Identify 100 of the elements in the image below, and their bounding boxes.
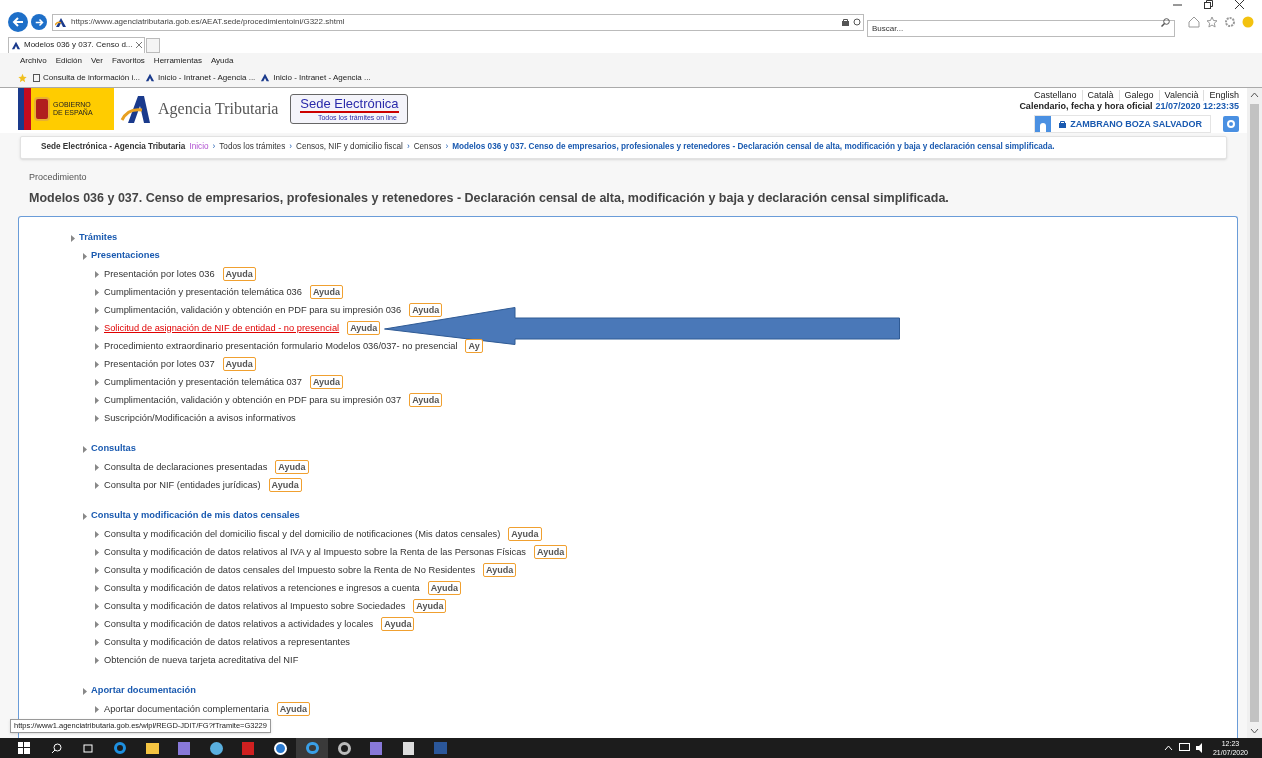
procedure-link[interactable]: Solicitud de asignación de NIF de entidad - no presencial bbox=[104, 322, 340, 334]
procedure-link[interactable]: Consulta y modificación de datos censales del Impuesto sobre la Renta de No Residentes bbox=[104, 564, 476, 576]
menu-item[interactable]: Favoritos bbox=[111, 54, 145, 67]
triangle-icon bbox=[95, 342, 99, 350]
procedure-link[interactable]: Cumplimentación y presentación telemática 036 bbox=[104, 286, 302, 298]
breadcrumb-link[interactable]: Modelos 036 y 037. Censo de empresarios, profesionales y retenedores - Declaración censal de alta, modificación y baja y declaración censal simplificada. bbox=[452, 141, 1055, 154]
procedure-link[interactable]: Obtención de nueva tarjeta acreditativa del NIF bbox=[104, 654, 299, 666]
scroll-up-icon[interactable] bbox=[1250, 92, 1259, 98]
triangle-icon bbox=[95, 620, 99, 628]
procedure-link[interactable]: Consulta y modificación de datos relativos al IVA y al Impuesto sobre la Renta de las Personas Físicas bbox=[104, 546, 526, 558]
procedure-link[interactable]: Suscripción/Modificación a avisos informativos bbox=[104, 412, 296, 424]
address-field[interactable]: https://www.agenciatributaria.gob.es/AEAT.sede/procedimientoini/G322.shtml bbox=[52, 13, 864, 31]
triangle-icon bbox=[95, 288, 99, 296]
help-link[interactable]: Ayuda bbox=[275, 460, 309, 475]
help-link[interactable]: Ayuda bbox=[222, 267, 256, 282]
language-link[interactable]: Català bbox=[1081, 90, 1119, 101]
power-icon[interactable] bbox=[1223, 116, 1239, 132]
internet-explorer-icon[interactable] bbox=[296, 738, 328, 758]
section-link[interactable]: Consulta y modificación de mis datos censales bbox=[91, 509, 300, 524]
procedure-link[interactable]: Consulta y modificación de datos relativos a representantes bbox=[104, 636, 350, 648]
help-link[interactable]: Ayuda bbox=[309, 375, 344, 390]
help-link[interactable]: Ayuda bbox=[508, 527, 542, 542]
close-icon[interactable] bbox=[1235, 0, 1244, 9]
procedure-link[interactable]: Aportar documentación complementaria bbox=[104, 703, 269, 715]
procedure-link[interactable]: Presentación por lotes 036 bbox=[104, 268, 215, 280]
favorite-link[interactable]: Consulta de información i... bbox=[33, 71, 140, 84]
triangle-icon bbox=[83, 512, 87, 520]
menu-item[interactable]: Edición bbox=[55, 54, 82, 67]
search-icon[interactable] bbox=[1161, 17, 1170, 27]
help-link[interactable]: Ayuda bbox=[483, 563, 517, 578]
breadcrumb-link[interactable]: Censos, NIF y domicilio fiscal bbox=[295, 141, 403, 154]
help-link[interactable]: Ayuda bbox=[381, 617, 415, 632]
menu-item[interactable]: Ayuda bbox=[210, 54, 234, 67]
procedure-link[interactable]: Procedimiento extraordinario presentación formulario Modelos 036/037- no presencial bbox=[104, 340, 458, 352]
home-icon[interactable] bbox=[1188, 16, 1200, 29]
breadcrumb-link[interactable]: Inicio bbox=[189, 141, 209, 154]
procedure-kicker: Procedimiento bbox=[28, 171, 88, 184]
back-button[interactable] bbox=[8, 12, 28, 33]
section-link[interactable]: Trámites bbox=[79, 231, 118, 246]
menu-item[interactable]: Herramientas bbox=[153, 54, 202, 67]
tab-title: Modelos 036 y 037. Censo d... bbox=[24, 39, 133, 52]
help-link[interactable]: Ayuda bbox=[276, 702, 311, 717]
procedure-link[interactable]: Consulta de declaraciones presentadas bbox=[104, 461, 268, 473]
agency-name[interactable]: Agencia Tributaria bbox=[158, 97, 279, 121]
lock-icon bbox=[842, 18, 849, 27]
help-link[interactable]: Ayuda bbox=[309, 285, 344, 300]
scrollbar[interactable] bbox=[1247, 88, 1262, 738]
breadcrumb-separator: › bbox=[406, 141, 410, 154]
procedure-link[interactable]: Consulta por NIF (entidades jurídicas) bbox=[104, 479, 261, 491]
settings-icon[interactable] bbox=[1224, 16, 1236, 29]
help-link[interactable]: Ayuda bbox=[222, 357, 256, 372]
procedure-link[interactable]: Cumplimentación, validación y obtención en PDF para su impresión 037 bbox=[104, 394, 402, 406]
procedure-link[interactable]: Consulta y modificación del domicilio fiscal y del domicilio de notificaciones (Mis datos censales) bbox=[104, 528, 501, 540]
breadcrumb-link[interactable]: Censos bbox=[413, 141, 442, 154]
browser-tab[interactable]: Modelos 036 y 037. Censo d... bbox=[8, 36, 145, 53]
favorite-link[interactable]: Inicio - Intranet - Agencia ... bbox=[260, 71, 371, 84]
language-link[interactable]: Valencià bbox=[1158, 90, 1204, 101]
help-link[interactable]: Ayuda bbox=[427, 581, 461, 596]
calendar-label[interactable]: Calendario, fecha y hora oficial bbox=[1019, 101, 1153, 112]
help-link[interactable]: Ayuda bbox=[347, 321, 381, 336]
restore-icon[interactable] bbox=[1204, 0, 1213, 9]
help-link[interactable]: Ayuda bbox=[409, 303, 443, 318]
procedure-link[interactable]: Cumplimentación, validación y obtención en PDF para su impresión 036 bbox=[104, 304, 402, 316]
help-link[interactable]: Ayuda bbox=[268, 478, 302, 493]
chevron-up-icon[interactable] bbox=[1163, 745, 1173, 751]
triangle-icon bbox=[95, 481, 99, 489]
menu-item[interactable]: Ver bbox=[90, 54, 103, 67]
favorites-star-icon[interactable] bbox=[17, 72, 28, 83]
arrow-right-icon bbox=[34, 17, 44, 27]
section-link[interactable]: Consultas bbox=[91, 442, 136, 457]
network-icon[interactable] bbox=[1178, 743, 1190, 753]
scroll-down-icon[interactable] bbox=[1250, 728, 1259, 734]
help-link[interactable]: Ayuda bbox=[409, 393, 443, 408]
search-field[interactable]: Buscar... bbox=[867, 19, 1175, 37]
procedure-link[interactable]: Presentación por lotes 037 bbox=[104, 358, 215, 370]
procedure-link[interactable]: Consulta y modificación de datos relativos al Impuesto sobre Sociedades bbox=[104, 600, 406, 612]
procedure-link[interactable]: Consulta y modificación de datos relativos a retenciones e ingresos a cuenta bbox=[104, 582, 420, 594]
triangle-icon bbox=[71, 234, 75, 242]
star-icon[interactable] bbox=[1206, 16, 1218, 29]
help-link[interactable]: Ayuda bbox=[534, 545, 568, 560]
section-link[interactable]: Presentaciones bbox=[91, 249, 160, 264]
menu-item[interactable]: Archivo bbox=[20, 54, 47, 67]
favorite-link[interactable]: Inicio - Intranet - Agencia ... bbox=[144, 71, 256, 84]
triangle-icon bbox=[95, 324, 99, 332]
procedure-link[interactable]: Consulta y modificación de datos relativos a actividades y locales bbox=[104, 618, 374, 630]
breadcrumb-link[interactable]: Todos los trámites bbox=[219, 141, 286, 154]
user-icon[interactable] bbox=[1035, 116, 1052, 132]
help-link[interactable]: Ayuda bbox=[413, 599, 447, 614]
help-link[interactable]: Ay bbox=[465, 339, 483, 354]
site-logo-icon bbox=[11, 40, 21, 50]
language-link[interactable]: Galego bbox=[1118, 90, 1159, 101]
triangle-icon bbox=[83, 445, 87, 453]
section-link[interactable]: Aportar documentación bbox=[91, 684, 196, 699]
language-link[interactable]: English bbox=[1203, 90, 1239, 101]
forward-button[interactable] bbox=[31, 14, 47, 31]
breadcrumb-link[interactable]: Sede Electrónica - Agencia Tributaria bbox=[41, 141, 186, 154]
triangle-icon bbox=[83, 687, 87, 695]
language-link[interactable]: Castellano bbox=[1029, 90, 1082, 101]
calendar-datetime[interactable]: 21/07/2020 12:23:35 bbox=[1155, 101, 1239, 112]
procedure-link[interactable]: Cumplimentación y presentación telemática 037 bbox=[104, 376, 302, 388]
